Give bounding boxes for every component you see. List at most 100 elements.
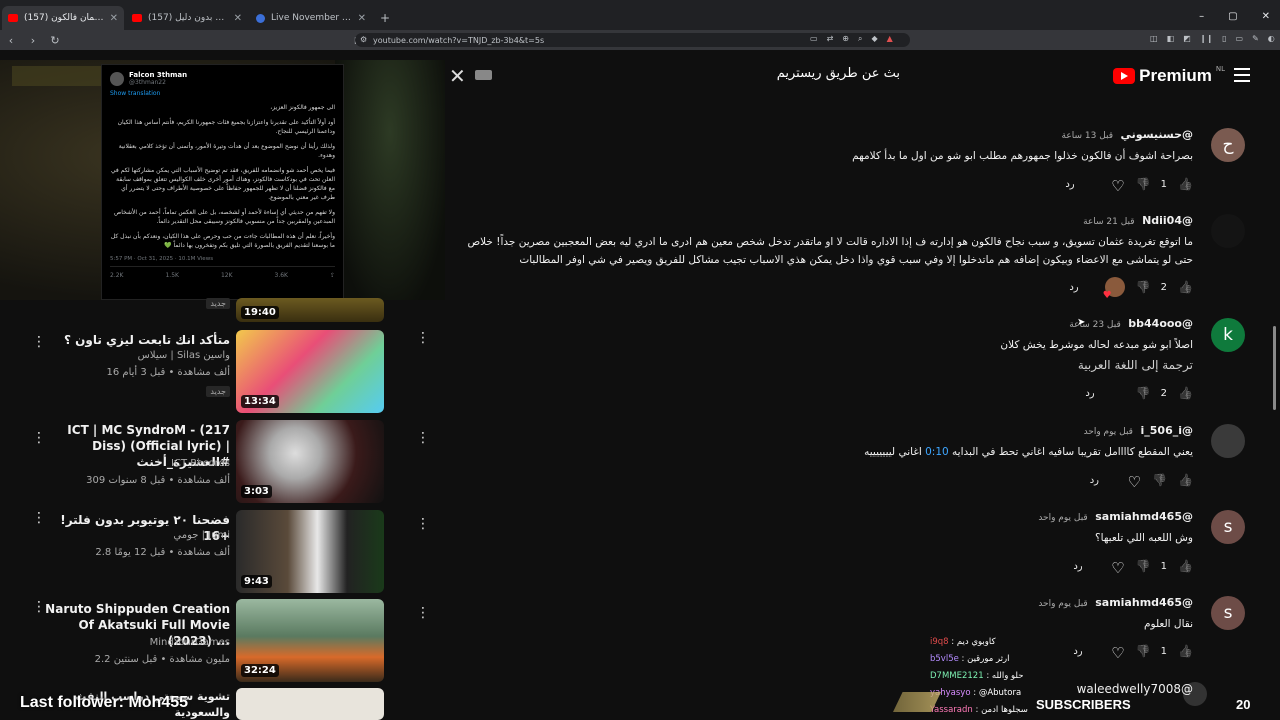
video-title[interactable]: متأكد انك تابعت ليزي تاون ؟ bbox=[40, 332, 230, 348]
channel-name[interactable]: جومي | Jumi bbox=[173, 530, 230, 541]
keyboard-icon[interactable] bbox=[475, 70, 492, 80]
tweet-paragraph: أود أولاً التأكيد على تقديرنا واعتزازنا … bbox=[117, 119, 335, 135]
extension-icon[interactable]: ✎ bbox=[1252, 34, 1259, 43]
youtube-premium-logo[interactable]: Premium NL bbox=[1113, 65, 1225, 86]
extension-icon[interactable]: ◐ bbox=[1268, 34, 1275, 43]
reload-icon[interactable]: ↻ bbox=[44, 34, 66, 47]
comment-header: @samiahmd465 قبل يوم واحد bbox=[1038, 510, 1193, 523]
like-icon[interactable] bbox=[1177, 177, 1193, 191]
comment-time[interactable]: قبل 21 ساعة bbox=[1083, 217, 1135, 227]
dislike-icon[interactable] bbox=[1135, 177, 1151, 191]
tweet-paragraph: وأخيراً، نعلم أن هذه المطالبات جاءت من ح… bbox=[110, 233, 335, 249]
channel-name[interactable]: MindYourGames bbox=[150, 637, 230, 648]
heart-icon[interactable] bbox=[1109, 644, 1125, 658]
like-icon[interactable] bbox=[1177, 386, 1193, 400]
comment-time[interactable]: قبل يوم واحد bbox=[1038, 599, 1087, 609]
extension-icon[interactable]: ◩ bbox=[1183, 34, 1191, 43]
tab-close-icon[interactable]: ✕ bbox=[358, 13, 366, 24]
avatar[interactable] bbox=[1211, 424, 1245, 458]
like-icon[interactable] bbox=[1177, 644, 1193, 658]
recommended-item[interactable]: 3:03 ⋮ ⋮ ICT | MC SyndroM - (217 Diss) (… bbox=[0, 420, 445, 506]
video-thumbnail[interactable]: 3:03 bbox=[236, 420, 384, 503]
reply-button[interactable]: رد bbox=[1085, 388, 1094, 399]
back-icon[interactable]: ‹ bbox=[0, 34, 22, 47]
reply-button[interactable]: رد bbox=[1069, 282, 1078, 293]
video-thumbnail[interactable]: 9:43 bbox=[236, 510, 384, 593]
video-thumbnail[interactable]: 32:24 bbox=[236, 599, 384, 682]
recommended-item[interactable]: 32:24 ⋮ ⋮ Naruto Shippuden Creation Of A… bbox=[0, 599, 445, 685]
close-icon[interactable]: ✕ bbox=[449, 64, 466, 88]
dislike-icon[interactable] bbox=[1135, 280, 1151, 294]
new-tab-button[interactable]: + bbox=[372, 11, 398, 30]
avatar[interactable]: s bbox=[1211, 510, 1245, 544]
comment-author[interactable]: @samiahmd465 bbox=[1095, 596, 1193, 609]
heart-icon[interactable] bbox=[1125, 473, 1141, 487]
translate-icon[interactable]: ⇄ bbox=[827, 34, 834, 44]
avatar[interactable]: ح bbox=[1211, 128, 1245, 162]
sidebar-icon[interactable]: ▯ bbox=[1222, 34, 1226, 43]
comment-time[interactable]: قبل 13 ساعة bbox=[1062, 131, 1114, 141]
search-page-icon[interactable]: ⌕ bbox=[858, 34, 862, 44]
zoom-icon[interactable]: ⊕ bbox=[842, 34, 849, 44]
like-icon[interactable] bbox=[1177, 473, 1193, 487]
extension-icon[interactable]: ◫ bbox=[1150, 34, 1158, 43]
comments-scrollbar[interactable] bbox=[1273, 326, 1276, 410]
video-thumbnail[interactable]: 13:34 bbox=[236, 330, 384, 413]
maximize-button[interactable]: ▢ bbox=[1228, 11, 1237, 22]
recommended-item[interactable]: 9:43 ⋮ ⋮ فضحنا ٢٠ يوتيوبر بدون فلتر! 16+… bbox=[0, 510, 445, 596]
heart-icon[interactable] bbox=[1109, 177, 1125, 191]
tab-close-icon[interactable]: ✕ bbox=[234, 13, 242, 24]
avatar[interactable]: s bbox=[1211, 596, 1245, 630]
comment-author[interactable]: @samiahmd465 bbox=[1095, 510, 1193, 523]
tab-youtube-falcon[interactable]: (157) اذاعة اكس 22 | عثمان فالكون ✕ bbox=[2, 6, 124, 30]
reply-button[interactable]: رد bbox=[1090, 475, 1099, 486]
dislike-icon[interactable] bbox=[1135, 386, 1151, 400]
like-icon[interactable] bbox=[1177, 559, 1193, 573]
tab-youtube-2[interactable]: (157) سوالف وكلام واتهامات بدون دليل ✕ bbox=[126, 6, 248, 30]
youtube-favicon-icon bbox=[8, 14, 18, 22]
comment-author[interactable]: @waleedwelly7008 bbox=[1077, 682, 1193, 696]
dislike-icon[interactable] bbox=[1135, 559, 1151, 573]
channel-name[interactable]: ICT Records bbox=[171, 458, 230, 469]
like-icon[interactable] bbox=[1177, 280, 1193, 294]
more-options-icon[interactable]: ⋮ bbox=[416, 330, 430, 346]
window-icon[interactable]: ▭ bbox=[1236, 34, 1244, 43]
translate-link[interactable]: ترجمة إلى اللغة العربية bbox=[1078, 358, 1193, 372]
forward-icon[interactable]: › bbox=[22, 34, 44, 47]
screen-icon[interactable]: ▭ bbox=[810, 34, 818, 44]
more-options-icon[interactable]: ⋮ bbox=[416, 430, 430, 446]
avatar[interactable] bbox=[1211, 214, 1245, 248]
video-player[interactable]: Falcon 3thman @3thman22 Show translation… bbox=[0, 60, 445, 300]
adblock-icon[interactable]: ▲ bbox=[887, 34, 893, 44]
recommended-item[interactable]: 13:34 ⋮ ⋮ متأكد انك تابعت ليزي تاون ؟ سي… bbox=[0, 330, 445, 416]
tweet-retweets: 1.5K bbox=[165, 272, 179, 279]
extension-icon[interactable]: ◧ bbox=[1167, 34, 1175, 43]
comment-text: اصلاً ابو شو مبدعه لحاله موشرط يخش كلان bbox=[1000, 339, 1193, 351]
avatar[interactable]: k bbox=[1211, 318, 1245, 352]
comment-time[interactable]: قبل يوم واحد bbox=[1038, 513, 1087, 523]
timestamp-link[interactable]: 0:10 bbox=[925, 446, 949, 458]
video-thumbnail[interactable]: 19:40 bbox=[236, 298, 384, 322]
heart-icon[interactable] bbox=[1109, 559, 1125, 573]
dislike-icon[interactable] bbox=[1151, 473, 1167, 487]
reply-button[interactable]: رد bbox=[1073, 561, 1082, 572]
recommended-item[interactable]: 19:40 جديد bbox=[0, 298, 445, 324]
comment-author[interactable]: @Ndii04 bbox=[1142, 214, 1193, 227]
reply-button[interactable]: رد bbox=[1065, 179, 1074, 190]
comment-author[interactable]: @حسنيسوني bbox=[1121, 128, 1193, 141]
tab-restream[interactable]: Live November 04 - Restream ✕ bbox=[250, 6, 372, 30]
comment-author[interactable]: @i_506_i bbox=[1140, 424, 1193, 437]
more-options-icon[interactable]: ⋮ bbox=[416, 605, 430, 621]
tab-close-icon[interactable]: ✕ bbox=[110, 13, 118, 24]
comment-time[interactable]: قبل يوم واحد bbox=[1084, 427, 1133, 437]
dislike-icon[interactable] bbox=[1135, 644, 1151, 658]
close-window-button[interactable]: ✕ bbox=[1262, 11, 1270, 22]
video-thumbnail[interactable] bbox=[236, 688, 384, 720]
menu-icon[interactable] bbox=[1234, 68, 1250, 86]
more-options-icon[interactable]: ⋮ bbox=[416, 516, 430, 532]
channel-name[interactable]: سيلاس | Silas واسين bbox=[138, 350, 230, 361]
comment-author[interactable]: @bb44ooo bbox=[1128, 317, 1193, 330]
shield-icon[interactable]: ◆ bbox=[871, 34, 877, 44]
minimize-button[interactable]: – bbox=[1199, 11, 1204, 22]
library-icon[interactable]: ❙❙ bbox=[1200, 34, 1213, 43]
